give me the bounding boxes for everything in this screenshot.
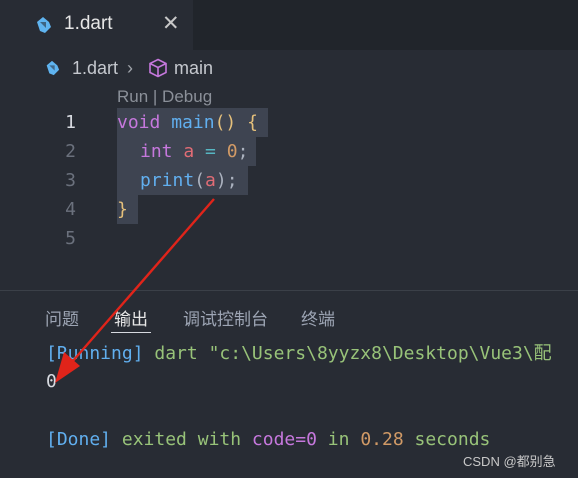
watermark: CSDN @都别急 [463,454,556,469]
annotation-arrow [55,198,215,383]
